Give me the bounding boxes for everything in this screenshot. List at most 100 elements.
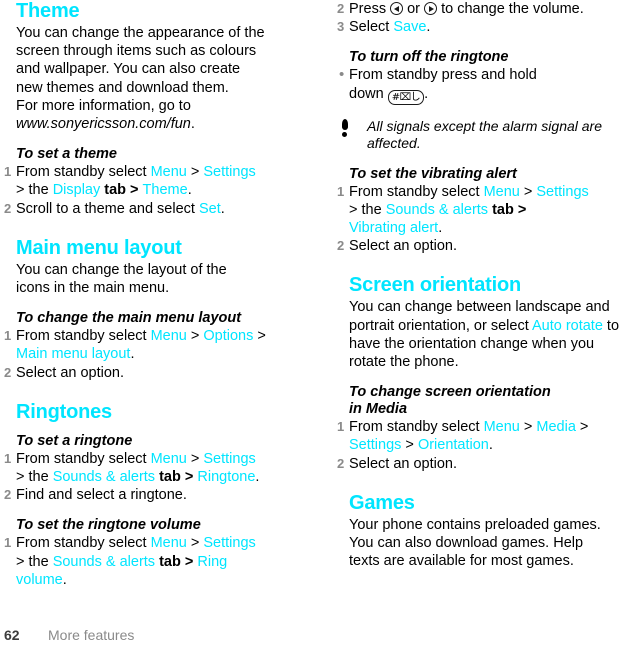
link-ringtone[interactable]: Ringtone	[197, 469, 255, 485]
task-title-turn-off-ringtone: To turn off the ringtone	[349, 49, 509, 66]
step-text-a: From standby select	[16, 450, 151, 467]
theme-description: You can change the appearance of the scr…	[16, 24, 300, 133]
step-sep: >	[519, 183, 537, 200]
step-text-c: > the	[16, 182, 53, 199]
link-settings[interactable]: Settings	[349, 437, 401, 453]
step-text-c: > the	[349, 201, 386, 218]
step-text-a: Select an option.	[349, 238, 458, 255]
step-item: 2 Select an option.	[337, 237, 633, 255]
page-footer: 62 More features	[4, 626, 134, 644]
step-sep: >	[186, 164, 204, 181]
step-item: 2 Find and select a ringtone.	[4, 486, 300, 504]
link-menu[interactable]: Menu	[151, 328, 187, 344]
games-desc-line-2: You can also download games. Help	[349, 535, 584, 552]
task-title-set-ringtone-volume: To set the ringtone volume	[16, 517, 201, 534]
games-desc-line-3: texts are available for most games.	[349, 553, 574, 570]
step-item: 1 From standby select Menu > Settings > t…	[4, 534, 300, 589]
step-period: .	[220, 200, 225, 217]
link-display[interactable]: Display	[53, 182, 101, 198]
section-heading-screen-orientation: Screen orientation	[349, 274, 521, 297]
link-save[interactable]: Save	[393, 19, 426, 35]
link-sounds-alerts[interactable]: Sounds & alerts	[386, 202, 488, 218]
link-sounds-alerts[interactable]: Sounds & alerts	[53, 554, 155, 570]
link-settings[interactable]: Settings	[203, 535, 255, 551]
section-heading-ringtones: Ringtones	[16, 400, 112, 423]
steps-set-ringtone-volume-continued: 2 Press or to change the volume. 3 Selec…	[337, 0, 633, 36]
link-ring[interactable]: Ring	[197, 554, 227, 570]
step-item: • From standby press and hold down #⌧し.	[337, 66, 633, 105]
step-item: 3 Select Save.	[337, 18, 633, 36]
link-settings[interactable]: Settings	[203, 451, 255, 467]
steps-set-ringtone: 1 From standby select Menu > Settings > t…	[4, 450, 300, 505]
theme-desc-line-1: You can change the appearance of the	[16, 25, 265, 41]
step-item: 1 From standby select Menu > Settings > t…	[4, 450, 300, 486]
step-number: 2	[4, 487, 12, 503]
link-menu[interactable]: Menu	[151, 451, 187, 467]
section-heading-main-menu-layout: Main menu layout	[16, 236, 182, 259]
task-title-change-screen-orientation: To change screen orientation in Media	[349, 384, 633, 418]
task-title-set-ringtone: To set a ringtone	[16, 432, 133, 449]
step-text-a: Select	[349, 19, 394, 36]
link-menu[interactable]: Menu	[151, 164, 187, 180]
step-number: 2	[337, 455, 345, 471]
step-number: 1	[337, 419, 345, 435]
link-menu[interactable]: Menu	[484, 419, 520, 435]
step-number: 2	[337, 238, 345, 254]
step-text-a: Select an option.	[349, 455, 458, 472]
step-sep-2: >	[253, 328, 266, 345]
step-text-tab: tab >	[488, 201, 527, 218]
link-volume[interactable]: volume	[16, 572, 63, 588]
step-number: 1	[337, 183, 345, 199]
step-item: 1 From standby select Menu > Media > Set…	[337, 418, 633, 454]
link-menu[interactable]: Menu	[151, 535, 187, 551]
step-text-c: to change the volume.	[437, 1, 584, 17]
step-number: 1	[4, 535, 12, 551]
link-options[interactable]: Options	[203, 328, 253, 344]
step-sep: >	[186, 328, 204, 345]
link-media[interactable]: Media	[536, 419, 576, 435]
step-item: 2 Scroll to a theme and select Set.	[4, 200, 300, 218]
link-set[interactable]: Set	[199, 201, 221, 217]
note-callout: All signals except the alarm signal are …	[337, 118, 633, 153]
sonyericsson-url[interactable]: www.sonyericsson.com/fun	[16, 116, 191, 132]
url-period: .	[190, 116, 195, 133]
note-text: All signals except the alarm signal are …	[367, 117, 603, 152]
link-settings[interactable]: Settings	[203, 164, 255, 180]
step-sep: >	[186, 450, 204, 467]
link-vibrating-alert[interactable]: Vibrating alert	[349, 220, 438, 236]
step-text-a: From standby select	[349, 183, 484, 200]
link-menu[interactable]: Menu	[484, 184, 520, 200]
step-item: 2 Press or to change the volume.	[337, 0, 633, 18]
footer-section-label: More features	[48, 627, 135, 643]
link-settings[interactable]: Settings	[536, 184, 588, 200]
link-sounds-alerts[interactable]: Sounds & alerts	[53, 469, 155, 485]
step-text-line1: From standby press and hold	[349, 67, 537, 84]
section-heading-games: Games	[349, 491, 415, 514]
step-text-a: Find and select a ringtone.	[16, 487, 187, 504]
link-theme[interactable]: Theme	[143, 182, 188, 198]
theme-desc-line-5: For more information, go to	[16, 97, 191, 114]
mml-desc-line-1: You can change the layout of the	[16, 261, 227, 278]
task-title-line-2: in Media	[349, 401, 408, 418]
step-number: 1	[4, 450, 12, 466]
games-desc-line-1: Your phone contains preloaded games.	[349, 516, 601, 533]
link-orientation[interactable]: Orientation	[418, 437, 489, 453]
right-column: 2 Press or to change the volume. 3 Selec…	[337, 0, 633, 570]
step-text-line2-prefix: down	[349, 85, 388, 102]
step-sep-2: >	[575, 419, 589, 436]
link-auto-rotate[interactable]: Auto rotate	[532, 318, 603, 334]
step-item: 1 From standby select Menu > Settings > t…	[337, 183, 633, 238]
link-main-menu-layout[interactable]: Main menu layout	[16, 346, 130, 362]
bullet-marker: •	[339, 66, 345, 84]
step-sep: >	[186, 535, 204, 552]
